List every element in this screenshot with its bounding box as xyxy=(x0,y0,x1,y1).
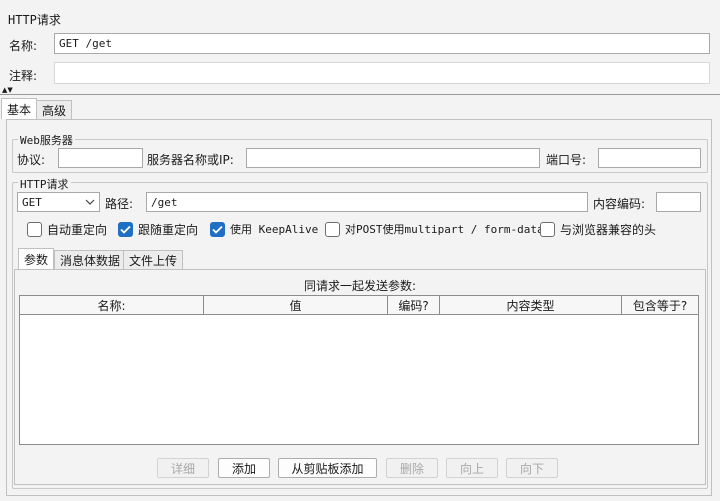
checkmark-icon xyxy=(120,225,131,234)
comment-label: 注释: xyxy=(9,69,38,83)
port-input[interactable] xyxy=(598,148,701,168)
http-request-title: HTTP请求 xyxy=(18,176,71,192)
table-header: 名称: 值 编码? 内容类型 包含等于? xyxy=(20,296,698,315)
add-button[interactable]: 添加 xyxy=(218,458,270,478)
checkbox-label: 使用 KeepAlive xyxy=(230,223,319,236)
keepalive-checkbox[interactable]: 使用 KeepAlive xyxy=(210,221,318,237)
protocol-input[interactable] xyxy=(58,148,143,168)
path-label: 路径: xyxy=(105,197,134,211)
web-server-title: Web服务器 xyxy=(18,132,75,148)
protocol-label: 协议: xyxy=(17,153,46,167)
port-label: 端口号: xyxy=(546,153,587,167)
name-label: 名称: xyxy=(9,39,38,53)
checkbox-box xyxy=(325,221,340,237)
detail-button[interactable]: 详细 xyxy=(157,458,209,478)
checkbox-label: 对POST使用multipart / form-data xyxy=(345,223,544,236)
tab-file-upload[interactable]: 文件上传 xyxy=(123,250,184,269)
name-input[interactable]: GET /get xyxy=(54,33,710,54)
add-from-clipboard-button[interactable]: 从剪贴板添加 xyxy=(278,458,377,478)
col-encode-header[interactable]: 编码? xyxy=(388,296,440,314)
checkbox-box xyxy=(118,222,133,237)
checkbox-label: 与浏览器兼容的头 xyxy=(560,223,657,237)
encoding-label: 内容编码: xyxy=(593,197,646,211)
checkbox-box xyxy=(540,222,555,237)
comment-input[interactable] xyxy=(54,62,710,84)
checkbox-box xyxy=(27,222,42,237)
server-label: 服务器名称或IP: xyxy=(147,153,234,167)
splitter-arrows-icon[interactable]: ▲▼ xyxy=(2,86,13,94)
follow-redirect-checkbox[interactable]: 跟随重定向 xyxy=(118,221,198,238)
encoding-input[interactable] xyxy=(656,192,701,212)
col-include-equals-header[interactable]: 包含等于? xyxy=(622,296,698,314)
tab-advanced[interactable]: 高级 xyxy=(36,100,73,119)
delete-button[interactable]: 删除 xyxy=(386,458,438,478)
tab-basic[interactable]: 基本 xyxy=(1,98,38,119)
checkmark-icon xyxy=(212,225,223,234)
method-value: GET xyxy=(22,195,42,209)
tab-body-data[interactable]: 消息体数据 xyxy=(54,250,127,269)
move-down-button[interactable]: 向下 xyxy=(506,458,558,478)
move-up-button[interactable]: 向上 xyxy=(446,458,498,478)
splitter-line xyxy=(0,94,720,95)
method-select[interactable]: GET xyxy=(17,192,100,212)
checkbox-label: 跟随重定向 xyxy=(138,223,199,237)
auto-redirect-checkbox[interactable]: 自动重定向 xyxy=(27,221,107,238)
server-input[interactable] xyxy=(246,148,540,168)
path-input[interactable]: /get xyxy=(146,192,588,212)
col-content-type-header[interactable]: 内容类型 xyxy=(440,296,622,314)
multipart-checkbox[interactable]: 对POST使用multipart / form-data xyxy=(325,221,544,237)
chevron-down-icon xyxy=(85,199,95,205)
browser-headers-checkbox[interactable]: 与浏览器兼容的头 xyxy=(540,221,656,238)
params-table[interactable]: 名称: 值 编码? 内容类型 包含等于? xyxy=(19,295,699,445)
params-caption: 同请求一起发送参数: xyxy=(303,279,417,293)
tab-parameters[interactable]: 参数 xyxy=(18,248,55,269)
col-name-header[interactable]: 名称: xyxy=(20,296,204,314)
section-title: HTTP请求 xyxy=(8,13,61,27)
checkbox-box xyxy=(210,221,225,237)
checkbox-label: 自动重定向 xyxy=(47,223,108,237)
col-value-header[interactable]: 值 xyxy=(204,296,388,314)
